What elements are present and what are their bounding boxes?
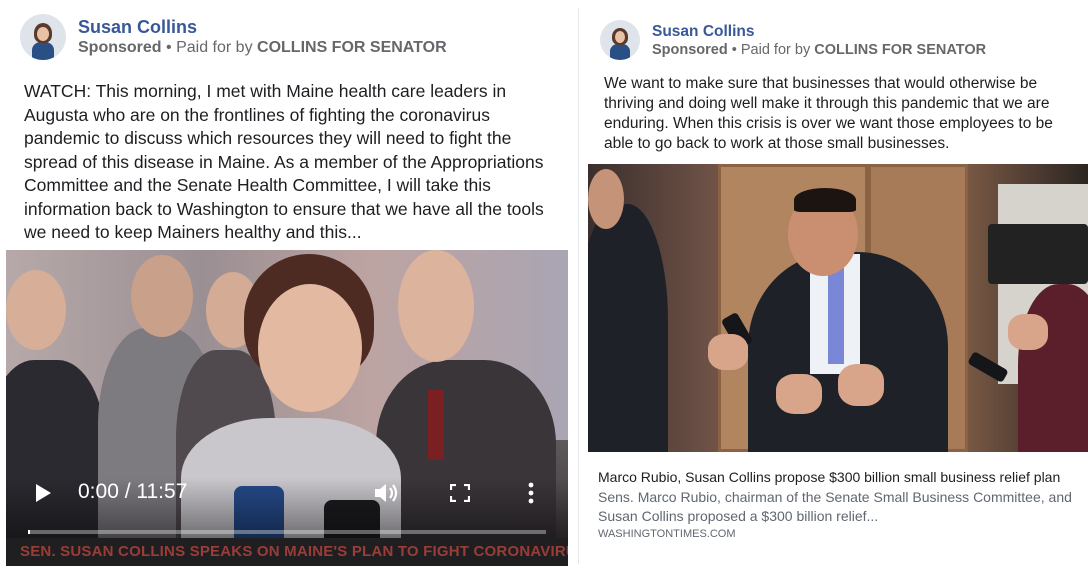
speaker-face (258, 284, 362, 412)
link-domain: WASHINGTONTIMES.COM (598, 528, 736, 540)
link-preview-image[interactable] (588, 164, 1088, 452)
right-paid-for-prefix: Paid for by (740, 41, 811, 58)
right-dot-separator: • (731, 41, 737, 58)
left-sponsored-label[interactable]: Sponsored (78, 39, 162, 56)
reporter-right (1018, 284, 1088, 452)
link-description: Sens. Marco Rubio, chairman of the Senat… (598, 489, 1072, 524)
fullscreen-icon[interactable] (450, 484, 470, 502)
more-options-icon[interactable] (526, 482, 536, 504)
left-author-name[interactable]: Susan Collins (78, 17, 447, 38)
left-dot-separator: • (166, 38, 172, 56)
person-grey-suit-head (131, 255, 193, 337)
person-right-head (398, 250, 474, 362)
volume-icon[interactable] (374, 482, 400, 504)
left-paid-for-prefix: Paid for by (176, 38, 253, 56)
video-progress-fill (28, 530, 30, 534)
right-author-avatar[interactable] (600, 20, 640, 60)
right-paid-for-org: COLLINS FOR SENATOR (814, 41, 987, 58)
link-preview-box[interactable]: Marco Rubio, Susan Collins propose $300 … (588, 452, 1088, 572)
left-sponsored-line: Sponsored • Paid for by COLLINS FOR SENA… (78, 38, 447, 58)
right-sponsored-post: Susan Collins Sponsored • Paid for by CO… (588, 0, 1088, 572)
camera-right (988, 224, 1088, 284)
reporter-hand-left (708, 334, 748, 370)
post-divider (578, 8, 579, 564)
left-post-header: Susan Collins Sponsored • Paid for by CO… (20, 14, 447, 60)
video-progress-bar[interactable] (28, 530, 546, 534)
right-sponsored-label[interactable]: Sponsored (652, 42, 728, 58)
left-post-text: WATCH: This morning, I met with Maine he… (24, 81, 544, 242)
person-left-edge-head (6, 270, 66, 350)
reporter-left-head (588, 169, 624, 229)
speaker-right-hand (838, 364, 884, 406)
video-caption-banner: SEN. SUSAN COLLINS SPEAKS ON MAINE'S PLA… (6, 538, 568, 566)
speaker-left-hand (776, 374, 822, 414)
speaker-hair (794, 188, 856, 212)
reporter-left (588, 204, 668, 452)
left-paid-for-org: COLLINS FOR SENATOR (257, 38, 447, 56)
left-header-text: Susan Collins Sponsored • Paid for by CO… (78, 17, 447, 58)
left-author-avatar[interactable] (20, 14, 66, 60)
right-sponsored-line: Sponsored • Paid for by COLLINS FOR SENA… (652, 41, 986, 59)
person-right-tie (428, 390, 444, 460)
left-video-player[interactable]: 0:00 / 11:57 SEN. SUSAN COLLINS SPEAKS O… (6, 250, 568, 566)
left-sponsored-post: Susan Collins Sponsored • Paid for by CO… (0, 0, 572, 572)
video-time: 0:00 / 11:57 (78, 480, 188, 503)
play-icon[interactable] (36, 484, 51, 502)
reporter-hand-right (1008, 314, 1048, 350)
right-post-text: We want to make sure that businesses tha… (604, 75, 1053, 152)
speaker-tie (828, 268, 844, 364)
right-header-text: Susan Collins Sponsored • Paid for by CO… (652, 22, 986, 59)
right-post-header: Susan Collins Sponsored • Paid for by CO… (600, 20, 986, 60)
right-author-name[interactable]: Susan Collins (652, 22, 986, 41)
link-title[interactable]: Marco Rubio, Susan Collins propose $300 … (598, 468, 1078, 487)
